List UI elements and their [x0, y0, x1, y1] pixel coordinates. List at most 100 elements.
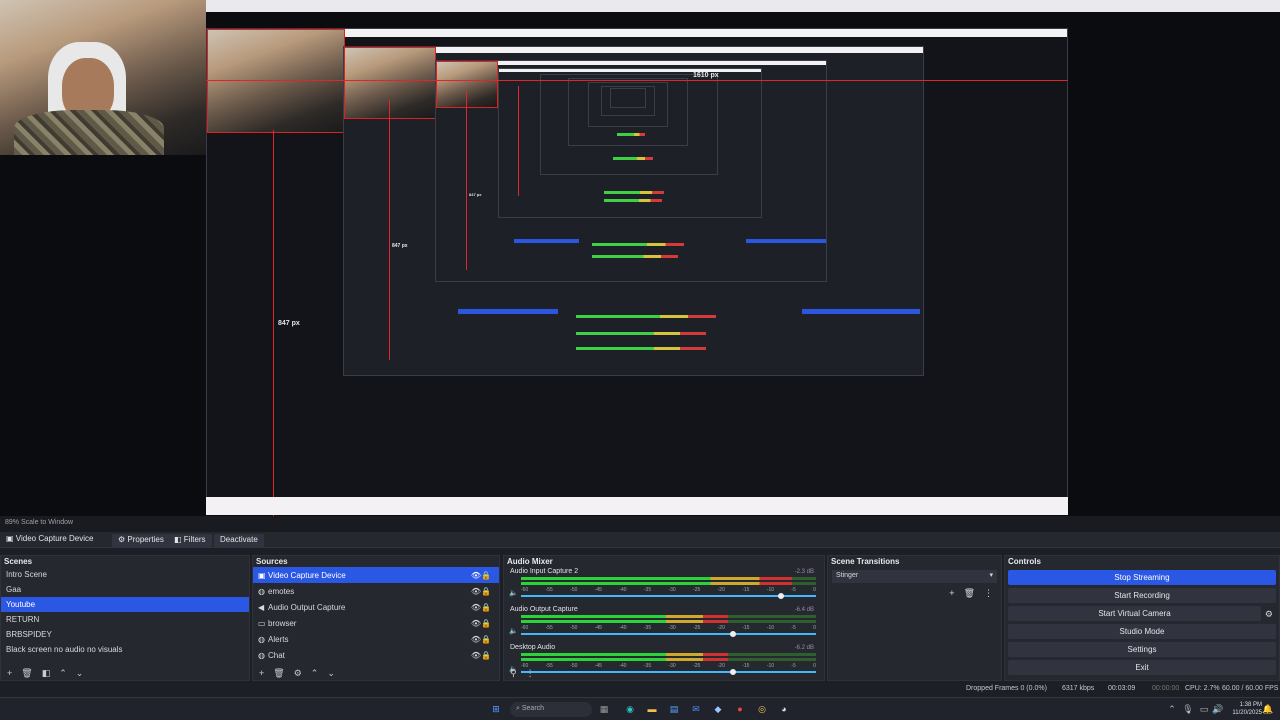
volume-fader[interactable]: [521, 593, 816, 599]
chevron-down-icon[interactable]: ⌄: [327, 668, 335, 678]
window-icon: ▭: [258, 618, 266, 628]
widgets-icon[interactable]: ▦: [598, 703, 610, 715]
add-icon[interactable]: +: [259, 668, 264, 678]
controls-title: Controls: [1008, 557, 1041, 566]
source-item[interactable]: ▭ browser 👁 🔒: [253, 615, 499, 631]
audio-mixer-title: Audio Mixer: [507, 557, 553, 566]
obs-window: 1610 px 847 px 847 px 847 px 89% Scale t…: [0, 0, 1280, 720]
sources-footer: + 🗑 ⚙ ⌃ ⌄: [253, 664, 499, 680]
app-icon[interactable]: ●: [734, 703, 746, 715]
exit-button[interactable]: Exit: [1008, 660, 1276, 675]
filter-icon[interactable]: ◧: [42, 668, 51, 678]
transition-actions: + 🗑 ⋮: [949, 588, 993, 599]
menu-dots-icon[interactable]: ⋮: [984, 588, 993, 599]
source-item[interactable]: ▣ Video Capture Device 👁 🔒: [253, 567, 499, 583]
dropped-frames: Dropped Frames 0 (0.0%): [966, 685, 1047, 692]
link-icon[interactable]: ⚲: [510, 668, 517, 678]
settings-button[interactable]: Settings: [1008, 642, 1276, 657]
network-icon[interactable]: ▭: [1198, 703, 1210, 715]
trash-icon[interactable]: 🗑: [21, 668, 32, 678]
visibility-icon[interactable]: 👁: [471, 571, 481, 580]
gear-icon[interactable]: ⚙: [1265, 609, 1273, 620]
visibility-icon[interactable]: 👁: [471, 635, 481, 644]
fader-knob[interactable]: [777, 593, 784, 599]
start-recording-button[interactable]: Start Recording: [1008, 588, 1276, 603]
zoom-level[interactable]: 89% Scale to Window: [5, 519, 73, 526]
source-item[interactable]: ◍ Chat 👁 🔒: [253, 647, 499, 663]
camera-icon: ▣: [258, 570, 266, 580]
scene-item[interactable]: Intro Scene: [1, 567, 249, 582]
visibility-icon[interactable]: 👁: [471, 587, 481, 596]
obs-icon[interactable]: ◕: [778, 703, 790, 715]
lock-icon[interactable]: 🔒: [481, 651, 491, 660]
tick-label: -15: [742, 625, 750, 631]
taskbar-clock[interactable]: 1:38 PM 11/20/2025: [1232, 701, 1262, 717]
transition-select[interactable]: Stinger ▾: [832, 570, 997, 583]
add-icon[interactable]: +: [949, 588, 954, 599]
chevron-up-icon[interactable]: ⌃: [1166, 703, 1178, 715]
menu-dots-icon[interactable]: ⋮: [526, 668, 535, 678]
preview-canvas[interactable]: 1610 px 847 px 847 px 847 px: [0, 0, 1280, 516]
visibility-icon[interactable]: 👁: [471, 651, 481, 660]
scene-transitions-title: Scene Transitions: [831, 557, 900, 566]
gear-icon[interactable]: ⚙: [294, 668, 302, 678]
app-icon[interactable]: ◆: [712, 703, 724, 715]
visibility-icon[interactable]: 👁: [471, 619, 481, 628]
lock-icon[interactable]: 🔒: [481, 603, 491, 612]
chevron-down-icon[interactable]: ⌄: [76, 668, 84, 678]
chevron-up-icon[interactable]: ⌃: [59, 668, 67, 678]
taskbar-search[interactable]: ⌕ Search: [510, 702, 592, 717]
lock-icon[interactable]: 🔒: [481, 635, 491, 644]
windows-taskbar: ⊞ ⌕ Search ▦ ◉ ▬ ▤ ✉ ◆ ● ◎ ◕ ⌃ 🎙 ▭ 🔊 1:3…: [0, 697, 1280, 720]
camera-icon: ▣: [6, 534, 16, 543]
windows-start-icon[interactable]: ⊞: [490, 703, 502, 715]
tick-label: -40: [619, 625, 627, 631]
scenes-dock: Scenes Intro Scene Gaa Youtube RETURN BRBSPI…: [0, 555, 250, 681]
start-virtual-camera-button[interactable]: Start Virtual Camera: [1008, 606, 1261, 621]
store-icon[interactable]: ▤: [668, 703, 680, 715]
source-context-bar: ▣ Video Capture Device ⚙ Properties ◧ Fi…: [0, 532, 1280, 548]
chevron-up-icon[interactable]: ⌃: [311, 668, 319, 678]
source-item[interactable]: ◍ emotes 👁 🔒: [253, 583, 499, 599]
scene-item[interactable]: RETURN: [1, 612, 249, 627]
source-item[interactable]: ◀ Audio Output Capture 👁 🔒: [253, 599, 499, 615]
lock-icon[interactable]: 🔒: [481, 587, 491, 596]
add-icon[interactable]: +: [7, 668, 12, 678]
edge-icon[interactable]: ◉: [624, 703, 636, 715]
properties-button[interactable]: ⚙ Properties: [112, 534, 170, 547]
mic-icon[interactable]: 🎙: [1182, 703, 1194, 715]
scene-item[interactable]: BRBSPIDEY: [1, 627, 249, 642]
filters-button[interactable]: ◧ Filters: [168, 534, 212, 547]
trash-icon[interactable]: 🗑: [273, 668, 284, 678]
stop-streaming-button[interactable]: Stop Streaming: [1008, 570, 1276, 585]
scene-item[interactable]: Youtube: [1, 597, 249, 612]
scene-item[interactable]: Gaa: [1, 582, 249, 597]
tick-label: -5: [791, 587, 796, 593]
studio-mode-button[interactable]: Studio Mode: [1008, 624, 1276, 639]
speaker-icon[interactable]: 🔈: [509, 589, 518, 597]
fader-knob[interactable]: [730, 631, 737, 637]
tick-label: -60: [521, 587, 529, 593]
chrome-icon[interactable]: ◎: [756, 703, 768, 715]
visibility-icon[interactable]: 👁: [471, 603, 481, 612]
tick-label: -50: [570, 625, 578, 631]
deactivate-button[interactable]: Deactivate: [214, 534, 264, 547]
scene-item[interactable]: Black screen no audio no visuals: [1, 642, 249, 657]
source-item[interactable]: ◍ Alerts 👁 🔒: [253, 631, 499, 647]
globe-icon: ◍: [258, 650, 265, 660]
speaker-icon[interactable]: 🔈: [509, 627, 518, 635]
mail-icon[interactable]: ✉: [690, 703, 702, 715]
trash-icon[interactable]: 🗑: [964, 588, 975, 599]
gear-icon: ⚙: [118, 535, 128, 544]
channel-name: Audio Input Capture 2: [510, 568, 579, 575]
source-label: Audio Output Capture: [268, 602, 346, 612]
nested-taskbar: [206, 497, 1068, 515]
file-explorer-icon[interactable]: ▬: [646, 703, 658, 715]
mixer-footer: ⚲ ⋮: [504, 664, 824, 680]
notification-icon[interactable]: 🔔: [1262, 703, 1274, 715]
volume-fader[interactable]: [521, 631, 816, 637]
tick-label: -35: [643, 587, 652, 593]
volume-icon[interactable]: 🔊: [1212, 703, 1224, 715]
lock-icon[interactable]: 🔒: [481, 571, 491, 580]
lock-icon[interactable]: 🔒: [481, 619, 491, 628]
